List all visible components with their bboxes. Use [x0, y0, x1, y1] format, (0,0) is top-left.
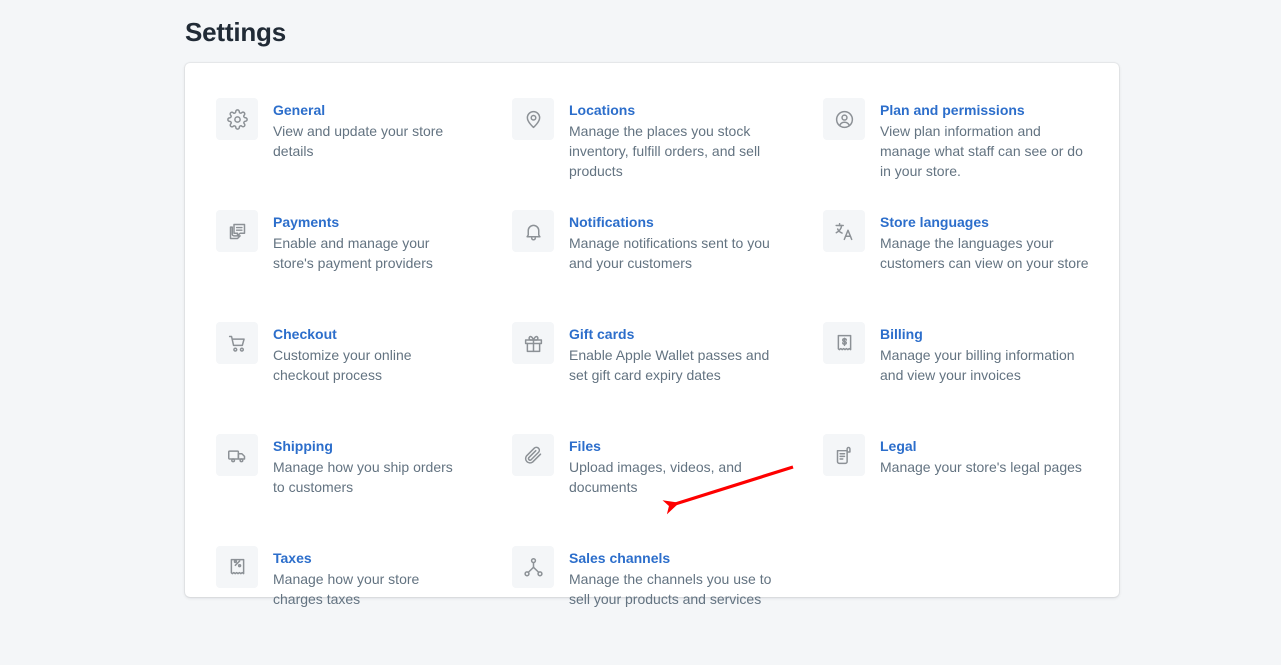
setting-item-description: Manage notifications sent to you and you…	[569, 235, 770, 271]
setting-item-text: Checkout Customize your online checkout …	[273, 322, 463, 385]
user-circle-icon	[823, 98, 865, 140]
shopping-cart-icon	[216, 322, 258, 364]
settings-card: General View and update your store detai…	[185, 63, 1119, 607]
setting-item-locations[interactable]: Locations Manage the places you stock in…	[512, 98, 823, 188]
gift-icon	[512, 322, 554, 364]
setting-item-text: Locations Manage the places you stock in…	[569, 98, 787, 181]
setting-item-title[interactable]: Notifications	[569, 212, 787, 232]
setting-item-gift-cards[interactable]: Gift cards Enable Apple Wallet passes an…	[512, 322, 823, 412]
setting-item-title[interactable]: Files	[569, 436, 787, 456]
delivery-truck-icon	[216, 434, 258, 476]
setting-item-title[interactable]: Shipping	[273, 436, 463, 456]
setting-item-text: Gift cards Enable Apple Wallet passes an…	[569, 322, 787, 385]
settings-grid: General View and update your store detai…	[216, 98, 1126, 658]
setting-item-description: Manage your billing information and view…	[880, 347, 1075, 383]
setting-item-text: Shipping Manage how you ship orders to c…	[273, 434, 463, 497]
setting-item-description: View and update your store details	[273, 123, 444, 159]
setting-item-billing[interactable]: Billing Manage your billing information …	[823, 322, 1123, 412]
payment-card-icon	[216, 210, 258, 252]
setting-item-plan-and-permissions[interactable]: Plan and permissions View plan informati…	[823, 98, 1123, 188]
setting-item-text: Notifications Manage notifications sent …	[569, 210, 787, 273]
setting-item-title[interactable]: Store languages	[880, 212, 1090, 232]
setting-item-checkout[interactable]: Checkout Customize your online checkout …	[216, 322, 512, 412]
setting-item-title[interactable]: Legal	[880, 436, 1082, 456]
setting-item-description: Manage how you ship orders to customers	[273, 459, 453, 495]
setting-item-description: Manage the channels you use to sell your…	[569, 571, 772, 607]
setting-item-title[interactable]: Plan and permissions	[880, 100, 1090, 120]
setting-item-text: Store languages Manage the languages you…	[880, 210, 1090, 273]
setting-item-title[interactable]: Checkout	[273, 324, 463, 344]
setting-item-description: Manage the places you stock inventory, f…	[569, 123, 761, 179]
sales-channels-icon	[512, 546, 554, 588]
setting-item-shipping[interactable]: Shipping Manage how you ship orders to c…	[216, 434, 512, 524]
setting-item-title[interactable]: Sales channels	[569, 548, 787, 568]
setting-item-general[interactable]: General View and update your store detai…	[216, 98, 512, 188]
setting-item-text: General View and update your store detai…	[273, 98, 463, 161]
setting-item-text: Payments Enable and manage your store's …	[273, 210, 463, 273]
setting-item-text: Taxes Manage how your store charges taxe…	[273, 546, 463, 609]
setting-item-description: Manage how your store charges taxes	[273, 571, 420, 607]
setting-item-title[interactable]: Billing	[880, 324, 1090, 344]
setting-item-store-languages[interactable]: Store languages Manage the languages you…	[823, 210, 1123, 300]
paperclip-icon	[512, 434, 554, 476]
settings-page: Settings General View and update your st…	[0, 0, 1281, 665]
bell-icon	[512, 210, 554, 252]
setting-item-title[interactable]: Taxes	[273, 548, 463, 568]
setting-item-description: Enable and manage your store's payment p…	[273, 235, 433, 271]
page-title: Settings	[185, 17, 286, 47]
setting-item-description: Upload images, videos, and documents	[569, 459, 742, 495]
billing-receipt-icon	[823, 322, 865, 364]
tax-receipt-icon	[216, 546, 258, 588]
setting-item-description: View plan information and manage what st…	[880, 123, 1083, 179]
setting-item-description: Manage the languages your customers can …	[880, 235, 1089, 271]
translate-icon	[823, 210, 865, 252]
setting-item-text: Files Upload images, videos, and documen…	[569, 434, 787, 497]
setting-item-files[interactable]: Files Upload images, videos, and documen…	[512, 434, 823, 524]
setting-item-text: Sales channels Manage the channels you u…	[569, 546, 787, 609]
setting-item-title[interactable]: Payments	[273, 212, 463, 232]
setting-item-title[interactable]: Gift cards	[569, 324, 787, 344]
setting-item-title[interactable]: General	[273, 100, 463, 120]
setting-item-sales-channels[interactable]: Sales channels Manage the channels you u…	[512, 546, 823, 636]
setting-item-description: Enable Apple Wallet passes and set gift …	[569, 347, 770, 383]
setting-item-notifications[interactable]: Notifications Manage notifications sent …	[512, 210, 823, 300]
settings-column-1: General View and update your store detai…	[216, 98, 512, 658]
gear-icon	[216, 98, 258, 140]
settings-column-3: Plan and permissions View plan informati…	[823, 98, 1123, 658]
setting-item-text: Billing Manage your billing information …	[880, 322, 1090, 385]
setting-item-title[interactable]: Locations	[569, 100, 787, 120]
setting-item-legal[interactable]: Legal Manage your store's legal pages	[823, 434, 1123, 524]
setting-item-description: Customize your online checkout process	[273, 347, 412, 383]
setting-item-text: Legal Manage your store's legal pages	[880, 434, 1082, 477]
location-pin-icon	[512, 98, 554, 140]
setting-item-taxes[interactable]: Taxes Manage how your store charges taxe…	[216, 546, 512, 636]
setting-item-payments[interactable]: Payments Enable and manage your store's …	[216, 210, 512, 300]
settings-column-2: Locations Manage the places you stock in…	[512, 98, 823, 658]
setting-item-text: Plan and permissions View plan informati…	[880, 98, 1090, 181]
legal-scroll-icon	[823, 434, 865, 476]
setting-item-description: Manage your store's legal pages	[880, 459, 1082, 475]
